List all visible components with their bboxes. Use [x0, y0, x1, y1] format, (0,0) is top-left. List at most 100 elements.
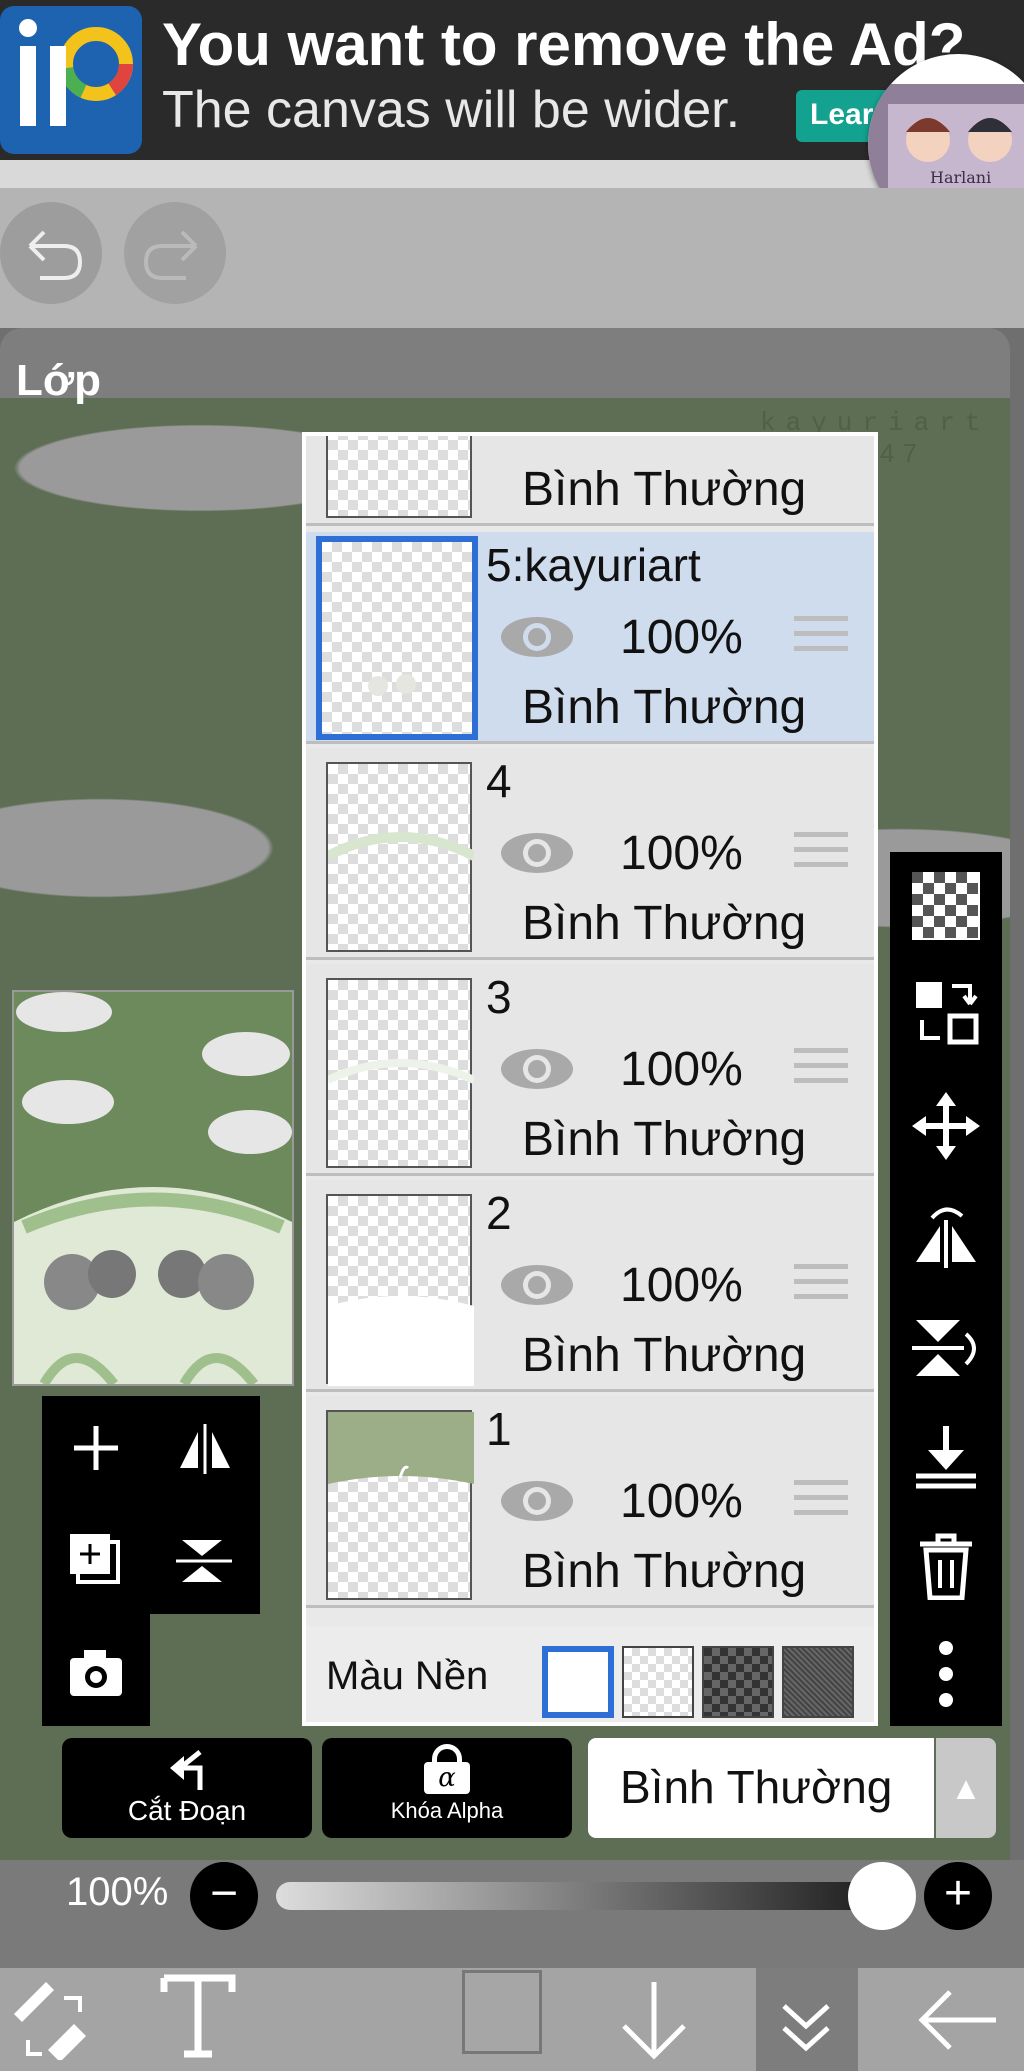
more-vertical-icon [939, 1641, 953, 1707]
opacity-decrease-button[interactable]: − [190, 1862, 258, 1930]
flip-horizontal-button[interactable] [172, 1418, 238, 1478]
layer-row[interactable]: 2 100% Bình Thường [306, 1180, 874, 1392]
arrow-down-icon [622, 1982, 686, 2060]
opacity-slider[interactable] [276, 1882, 916, 1910]
duplicate-layer-button[interactable] [66, 1530, 126, 1590]
layer-name: 1 [486, 1403, 512, 1455]
double-chevron-down-icon [782, 2004, 830, 2052]
drag-handle-icon[interactable] [794, 1264, 848, 1306]
layer-opacity: 100% [620, 1043, 743, 1096]
flip-vertical-button[interactable] [172, 1530, 238, 1590]
bg-swatch-transparent[interactable] [622, 1646, 694, 1718]
bg-swatch-dark-checker[interactable] [702, 1646, 774, 1718]
brush-eraser-swap-button[interactable] [8, 1976, 92, 2062]
duplicate-layer-icon [70, 1534, 120, 1584]
layer-blend-mode: Bình Thường [522, 1113, 807, 1166]
visibility-eye-icon[interactable] [498, 1262, 576, 1308]
layer-name: 3 [486, 971, 512, 1023]
move-button[interactable] [912, 1092, 980, 1160]
swap-layer-icon [916, 982, 979, 1045]
visibility-eye-icon[interactable] [498, 830, 576, 876]
layer-row-selected[interactable]: 5:kayuriart 100% Bình Thường [306, 532, 874, 744]
flip-vertical-icon [176, 1540, 232, 1582]
layer-thumbnail [326, 436, 472, 518]
panel-title: Lớp [16, 356, 102, 405]
right-toolbar [890, 852, 1002, 1726]
color-swatch-button[interactable] [462, 1970, 542, 2054]
clipping-arrow-icon [170, 1750, 203, 1790]
trash-icon [920, 1533, 972, 1601]
move-arrows-icon [912, 1092, 980, 1160]
visibility-eye-icon[interactable] [498, 614, 576, 660]
text-tool-icon [160, 1974, 236, 2058]
bg-swatch-white[interactable] [542, 1646, 614, 1718]
visibility-eye-icon[interactable] [498, 1478, 576, 1524]
opacity-slider-knob[interactable] [848, 1862, 916, 1930]
layer-opacity: 100% [620, 1475, 743, 1528]
ad-subtitle: The canvas will be wider. [162, 81, 741, 139]
layer-down-button[interactable] [618, 1978, 690, 2062]
clipping-button[interactable]: Cắt Đoạn [62, 1738, 312, 1838]
plus-icon [74, 1426, 118, 1470]
layer-row[interactable]: 3 100% Bình Thường [306, 964, 874, 1176]
bg-swatch-paper[interactable] [782, 1646, 854, 1718]
camera-import-button[interactable] [66, 1642, 126, 1702]
collapse-panel-button[interactable] [770, 1998, 842, 2058]
layer-thumbnail [326, 1410, 474, 1600]
undo-button[interactable] [0, 202, 102, 304]
layer-name: 4 [486, 755, 512, 807]
flip-horizontal-icon [916, 1207, 976, 1268]
merge-down-button[interactable] [912, 1424, 980, 1492]
canvas-watermark-number: 47 [880, 438, 925, 468]
layer-blend-mode: Bình Thường [522, 463, 807, 516]
merge-down-icon [916, 1426, 976, 1489]
avatar-caption: Harlani [930, 168, 992, 187]
back-button[interactable] [916, 1988, 1000, 2052]
layer-opacity: 100% [620, 1259, 743, 1312]
clipping-label: Cắt Đoạn [127, 1795, 247, 1826]
layer-thumbnail [316, 536, 478, 740]
layer-blend-mode: Bình Thường [522, 1329, 807, 1382]
flip-horizontal-icon [180, 1424, 230, 1474]
arrow-left-icon [918, 1990, 996, 2050]
swap-layer-button[interactable] [912, 978, 980, 1046]
flip-vertical-layer-button[interactable] [912, 1314, 980, 1382]
drag-handle-icon[interactable] [794, 832, 848, 874]
transparency-checker-button[interactable] [912, 872, 980, 940]
layer-thumbnail [326, 1194, 474, 1386]
drag-handle-icon[interactable] [794, 616, 848, 658]
blend-mode-dropdown[interactable]: Bình Thường [588, 1738, 934, 1838]
alpha-lock-label: Khóa Alpha [390, 1798, 504, 1823]
flip-horizontal-layer-button[interactable] [912, 1202, 980, 1270]
layer-thumbnail [325, 762, 477, 952]
drag-handle-icon[interactable] [794, 1480, 848, 1522]
drag-handle-icon[interactable] [794, 1048, 848, 1090]
alpha-lock-button[interactable]: α Khóa Alpha [322, 1738, 572, 1838]
more-options-button[interactable] [912, 1640, 980, 1708]
background-color-label: Màu Nền [326, 1654, 489, 1698]
checker-icon [912, 872, 980, 940]
delete-layer-button[interactable] [912, 1532, 980, 1601]
canvas-preview[interactable] [12, 990, 294, 1386]
undo-icon [28, 230, 83, 280]
layer-blend-mode: Bình Thường [522, 681, 807, 734]
layer-row[interactable]: 1 100% Bình Thường [306, 1396, 874, 1608]
layer-row[interactable]: 4 100% Bình Thường [306, 748, 874, 960]
ad-title: You want to remove the Ad? [162, 11, 966, 78]
layer-blend-mode: Bình Thường [522, 897, 807, 950]
add-layer-button[interactable] [66, 1418, 126, 1478]
redo-button[interactable] [124, 202, 226, 304]
layer-thumbnail [326, 978, 476, 1168]
blend-mode-arrow-icon[interactable]: ▲ [936, 1738, 996, 1838]
brush-eraser-icon [14, 1982, 86, 2062]
lock-icon: α [422, 1744, 472, 1794]
layer-opacity: 100% [620, 611, 743, 664]
opacity-increase-button[interactable]: + [924, 1862, 992, 1930]
visibility-eye-icon[interactable] [498, 1046, 576, 1092]
layer-opacity: 100% [620, 827, 743, 880]
background-color-row: Màu Nền [306, 1626, 874, 1722]
text-tool-button[interactable] [158, 1970, 238, 2060]
layer-list[interactable]: Bình Thường 5:kayuriart 100% Bình Thường… [302, 432, 878, 1726]
layer-row[interactable]: Bình Thường [306, 436, 874, 526]
redo-icon [143, 230, 198, 280]
